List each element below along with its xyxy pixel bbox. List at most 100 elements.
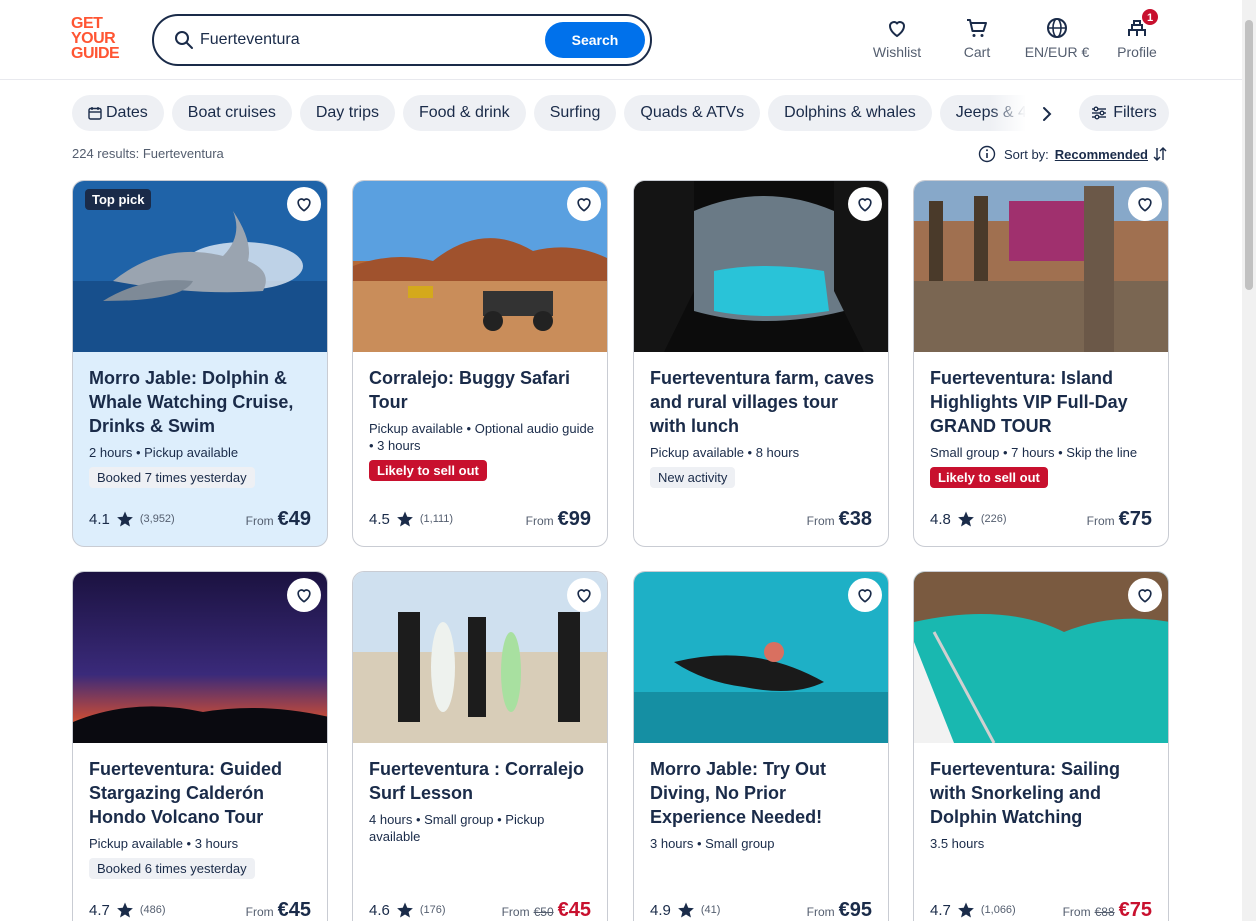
cart-label: Cart xyxy=(963,44,991,60)
review-count: (176) xyxy=(419,904,446,916)
activity-meta: Pickup available • Optional audio guide … xyxy=(369,421,594,453)
sort-value[interactable]: Recommended xyxy=(1055,147,1148,162)
heart-icon xyxy=(1138,589,1152,603)
price: From €95 xyxy=(807,899,872,921)
price-from-label: From xyxy=(525,514,554,528)
top-pick-badge: Top pick xyxy=(85,189,152,210)
cart-nav[interactable]: Cart xyxy=(952,16,1002,64)
review-count: (1,066) xyxy=(980,904,1016,916)
wishlist-heart-button[interactable] xyxy=(1128,187,1162,221)
activity-card[interactable]: Fuerteventura : Corralejo Surf Lesson 4 … xyxy=(352,571,608,921)
price-from-label: From xyxy=(1086,514,1115,528)
chip-surfing[interactable]: Surfing xyxy=(533,95,617,131)
activity-title[interactable]: Fuerteventura: Island Highlights VIP Ful… xyxy=(930,366,1158,438)
likely-to-sell-out-tag: Likely to sell out xyxy=(930,467,1048,488)
activity-title[interactable]: Fuerteventura : Corralejo Surf Lesson xyxy=(369,757,597,805)
activity-card[interactable]: Top pick Morro Jable: Dolphin & Whale Wa… xyxy=(72,180,328,547)
chip-quads-atvs[interactable]: Quads & ATVs xyxy=(624,95,761,131)
activity-meta: 2 hours • Pickup available xyxy=(89,445,239,460)
page-scrollbar[interactable] xyxy=(1242,0,1256,921)
star-icon xyxy=(677,902,694,918)
activity-title[interactable]: Fuerteventura: Sailing with Snorkeling a… xyxy=(930,757,1158,829)
activity-meta: Pickup available • 3 hours xyxy=(89,836,239,851)
review-count: (486) xyxy=(139,904,166,916)
search-icon xyxy=(175,31,193,49)
activity-card[interactable]: Fuerteventura: Guided Stargazing Calderó… xyxy=(72,571,328,921)
price: From €88 €75 xyxy=(1063,899,1152,921)
wishlist-heart-button[interactable] xyxy=(287,187,321,221)
rating: 4.7 (1,066) xyxy=(930,901,1016,919)
wishlist-heart-button[interactable] xyxy=(848,187,882,221)
rating-value: 4.1 xyxy=(89,510,110,528)
rating-value: 4.6 xyxy=(369,901,390,919)
heart-icon xyxy=(1138,198,1152,212)
review-count: (3,952) xyxy=(139,513,175,525)
sort-arrows-icon[interactable] xyxy=(1152,146,1168,162)
rating: 4.7 (486) xyxy=(89,901,166,919)
price-from-label: From xyxy=(245,514,274,528)
chevron-right-icon[interactable] xyxy=(1036,103,1058,125)
rating: 4.6 (176) xyxy=(369,901,446,919)
rating-value: 4.7 xyxy=(89,901,110,919)
activity-card[interactable]: Corralejo: Buggy Safari Tour Pickup avai… xyxy=(352,180,608,547)
top-header: GET YOUR GUIDE Search Wishlist Cart EN/E… xyxy=(0,0,1242,80)
original-price: €50 xyxy=(533,905,554,919)
review-count: (226) xyxy=(980,513,1007,525)
price-amount: €45 xyxy=(277,899,311,921)
getyourguide-logo[interactable]: GET YOUR GUIDE xyxy=(71,16,129,64)
filters-button[interactable]: Filters xyxy=(1079,95,1169,131)
wishlist-label: Wishlist xyxy=(872,44,922,60)
search-button[interactable]: Search xyxy=(545,22,645,58)
profile-notification-badge: 1 xyxy=(1141,8,1159,26)
language-currency-nav[interactable]: EN/EUR € xyxy=(1020,16,1094,64)
rating: 4.5 (1,111) xyxy=(369,510,453,528)
wishlist-heart-button[interactable] xyxy=(1128,578,1162,612)
activity-meta: Small group • 7 hours • Skip the line xyxy=(930,445,1138,460)
wishlist-nav[interactable]: Wishlist xyxy=(866,16,928,64)
activity-card[interactable]: Morro Jable: Try Out Diving, No Prior Ex… xyxy=(633,571,889,921)
profile-nav[interactable]: 1 Profile xyxy=(1112,8,1162,64)
globe-icon xyxy=(1047,18,1067,38)
rating: 4.9 (41) xyxy=(650,901,720,919)
activity-card[interactable]: Fuerteventura farm, caves and rural vill… xyxy=(633,180,889,547)
activity-meta: Pickup available • 8 hours xyxy=(650,445,800,460)
activity-title[interactable]: Fuerteventura: Guided Stargazing Calderó… xyxy=(89,757,317,829)
activity-title[interactable]: Morro Jable: Try Out Diving, No Prior Ex… xyxy=(650,757,878,829)
star-icon xyxy=(957,902,974,918)
price: From €49 xyxy=(246,508,311,531)
wishlist-heart-button[interactable] xyxy=(287,578,321,612)
wishlist-heart-button[interactable] xyxy=(567,187,601,221)
search-input[interactable] xyxy=(200,26,540,54)
price-amount: €38 xyxy=(838,508,872,530)
sort-control[interactable]: Sort by: Recommended xyxy=(978,145,1168,163)
scrollbar-thumb[interactable] xyxy=(1245,20,1253,290)
chip-dates[interactable]: Dates xyxy=(72,95,164,131)
activity-title[interactable]: Corralejo: Buggy Safari Tour xyxy=(369,366,597,414)
heart-icon xyxy=(297,198,311,212)
wishlist-heart-button[interactable] xyxy=(848,578,882,612)
sale-price: €45 xyxy=(557,899,591,921)
activity-title[interactable]: Fuerteventura farm, caves and rural vill… xyxy=(650,366,878,438)
info-icon[interactable] xyxy=(978,145,996,163)
review-count: (1,111) xyxy=(419,513,454,525)
activity-card[interactable]: Fuerteventura: Island Highlights VIP Ful… xyxy=(913,180,1169,547)
chip-food-drink[interactable]: Food & drink xyxy=(402,95,526,131)
chip-boat-cruises[interactable]: Boat cruises xyxy=(171,95,292,131)
wishlist-heart-button[interactable] xyxy=(567,578,601,612)
price-amount: €99 xyxy=(557,508,591,530)
sale-price: €75 xyxy=(1118,899,1152,921)
activity-card[interactable]: Fuerteventura: Sailing with Snorkeling a… xyxy=(913,571,1169,921)
booking-tag: Booked 7 times yesterday xyxy=(89,467,255,488)
chip-label: Dates xyxy=(106,104,148,121)
rating: 4.8 (226) xyxy=(930,510,1007,528)
chip-day-trips[interactable]: Day trips xyxy=(299,95,395,131)
heart-icon xyxy=(858,589,872,603)
activity-title[interactable]: Morro Jable: Dolphin & Whale Watching Cr… xyxy=(89,366,317,438)
star-icon xyxy=(116,511,133,527)
heart-icon xyxy=(577,198,591,212)
star-icon xyxy=(396,511,413,527)
price: From €75 xyxy=(1087,508,1152,531)
price: From €99 xyxy=(526,508,591,531)
chip-dolphins-whales[interactable]: Dolphins & whales xyxy=(768,95,932,131)
price-from-label: From xyxy=(806,905,835,919)
